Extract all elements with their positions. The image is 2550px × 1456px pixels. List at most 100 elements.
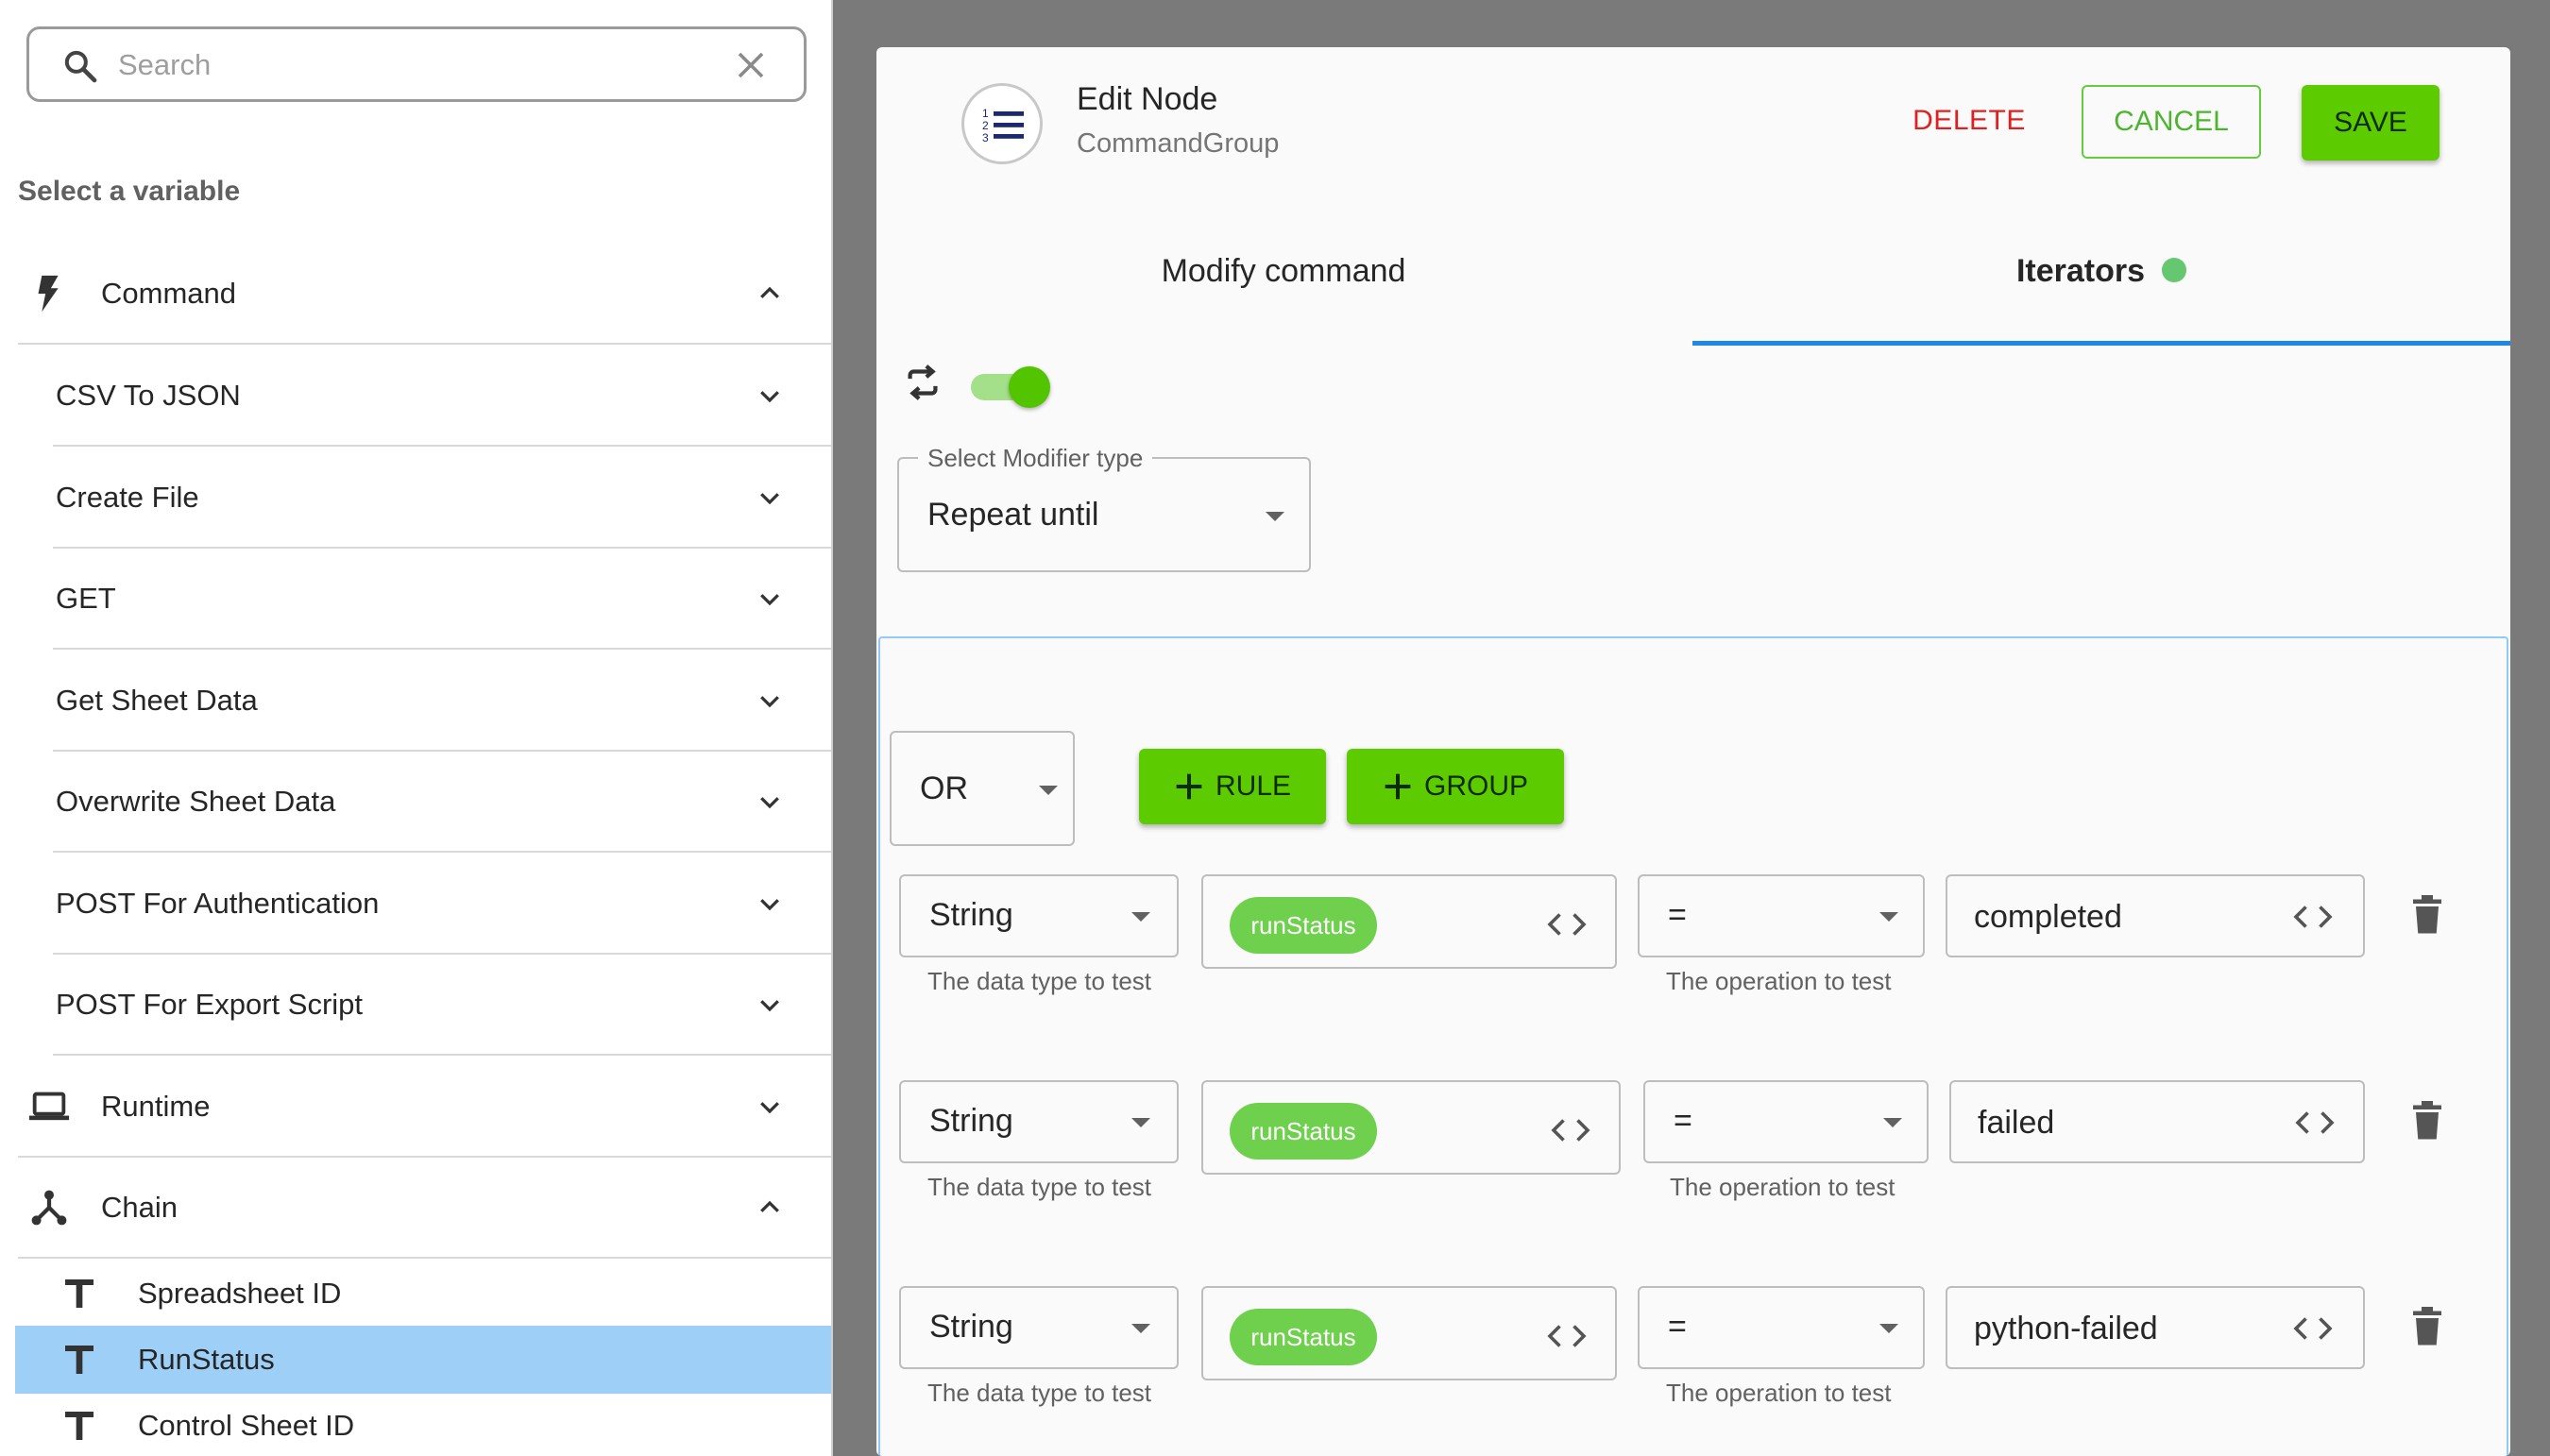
add-group-button[interactable]: GROUP (1347, 749, 1564, 824)
chevron-down-icon (760, 391, 779, 403)
variable-field[interactable]: runStatus (1201, 1286, 1617, 1380)
variable-field[interactable]: runStatus (1201, 1080, 1621, 1175)
caret-down-icon (1879, 1324, 1898, 1333)
value-field[interactable] (1949, 1080, 2365, 1163)
code-icon[interactable] (2291, 903, 2335, 931)
operator-select[interactable]: = (1638, 1286, 1925, 1369)
chain-variable[interactable]: Control Sheet ID (15, 1392, 831, 1456)
chain-variable[interactable]: Spreadsheet ID (15, 1260, 831, 1328)
repeat-icon (908, 364, 938, 400)
node-avatar: 1 2 3 (961, 83, 1043, 164)
variable-chip[interactable]: runStatus (1230, 897, 1377, 954)
command-item[interactable]: Overwrite Sheet Data (53, 752, 831, 853)
add-group-label: GROUP (1423, 770, 1528, 802)
operator-helper: The operation to test (1666, 967, 1892, 995)
variable-chip[interactable]: runStatus (1230, 1309, 1377, 1365)
laptop-icon (28, 1092, 70, 1120)
caret-down-icon (1131, 1118, 1150, 1127)
trash-icon[interactable] (2410, 1101, 2444, 1141)
code-icon[interactable] (1549, 1116, 1592, 1144)
value-input[interactable] (1974, 1303, 2257, 1354)
command-item-label: GET (56, 581, 116, 615)
modifier-type-value: Repeat until (927, 497, 1099, 533)
caret-down-icon (1131, 1324, 1150, 1333)
command-item[interactable]: POST For Authentication (53, 854, 831, 955)
dialog-title: Edit Node (1077, 81, 1218, 117)
variable-panel: Select a variable Command CSV To JSON Cr… (0, 0, 833, 1456)
chevron-up-icon (760, 286, 779, 298)
command-item[interactable]: CSV To JSON (53, 346, 831, 447)
tab-modify-command[interactable]: Modify command (876, 247, 1691, 323)
caret-down-icon (1131, 912, 1150, 922)
category-label: Chain (101, 1190, 178, 1224)
data-type-helper: The data type to test (927, 967, 1152, 995)
query-rule: String The data type to test runStatus =… (876, 874, 2510, 1016)
cancel-button[interactable]: CANCEL (2082, 85, 2261, 159)
toggle-knob (1009, 366, 1050, 408)
chain-icon (31, 1190, 67, 1225)
trash-icon[interactable] (2410, 1307, 2444, 1346)
chain-variable-label: Spreadsheet ID (138, 1277, 342, 1310)
data-type-select[interactable]: String (899, 874, 1179, 957)
search-icon (64, 50, 97, 83)
value-field[interactable] (1946, 874, 2365, 957)
add-rule-button[interactable]: RULE (1139, 749, 1326, 824)
data-type-helper: The data type to test (927, 1379, 1152, 1407)
query-rule: String The data type to test runStatus =… (876, 1286, 2510, 1428)
lightning-icon (38, 275, 59, 312)
plus-icon (1385, 773, 1411, 800)
chevron-down-icon (760, 493, 779, 505)
category-runtime[interactable]: Runtime (18, 1057, 831, 1158)
command-item[interactable]: Get Sheet Data (53, 651, 831, 752)
variable-field[interactable]: runStatus (1201, 874, 1617, 969)
combinator-value: OR (920, 770, 968, 806)
code-icon[interactable] (2291, 1314, 2335, 1343)
command-item[interactable]: Create File (53, 448, 831, 549)
command-item[interactable]: POST For Export Script (53, 955, 831, 1056)
save-button[interactable]: SAVE (2302, 85, 2440, 161)
close-icon[interactable] (734, 48, 768, 82)
code-icon[interactable] (1545, 910, 1589, 939)
category-label: Command (101, 276, 236, 310)
code-icon[interactable] (1545, 1322, 1589, 1350)
operator-select[interactable]: = (1638, 874, 1925, 957)
value-input[interactable] (1974, 891, 2257, 942)
delete-button[interactable]: DELETE (1906, 85, 2032, 157)
iterator-toggle[interactable] (971, 366, 1050, 408)
query-rule: String The data type to test runStatus =… (876, 1080, 2510, 1222)
data-type-value: String (929, 1103, 1013, 1139)
text-type-icon (65, 1412, 94, 1440)
chain-variable-selected[interactable]: RunStatus (15, 1326, 831, 1394)
edit-node-dialog: 1 2 3 Edit Node CommandGroup DELETE CANC… (876, 47, 2510, 1456)
chevron-down-icon (760, 594, 779, 606)
search-input[interactable] (118, 39, 732, 92)
svg-text:1: 1 (982, 107, 989, 120)
operator-value: = (1668, 1309, 1687, 1345)
operator-select[interactable]: = (1643, 1080, 1929, 1163)
combinator-select[interactable]: OR (890, 731, 1075, 846)
tab-iterators[interactable]: Iterators (1692, 247, 2510, 323)
chevron-up-icon (760, 1200, 779, 1212)
command-item-label: Get Sheet Data (56, 683, 258, 717)
operator-value: = (1668, 897, 1687, 933)
status-dot (2162, 258, 2187, 283)
value-input[interactable] (1978, 1097, 2261, 1148)
operator-helper: The operation to test (1670, 1173, 1896, 1201)
category-command[interactable]: Command (18, 244, 831, 345)
data-type-value: String (929, 897, 1013, 933)
code-icon[interactable] (2293, 1109, 2337, 1137)
svg-text:3: 3 (982, 131, 989, 144)
text-type-icon (65, 1279, 94, 1308)
chevron-down-icon (760, 1102, 779, 1114)
command-item[interactable]: GET (53, 549, 831, 650)
value-field[interactable] (1946, 1286, 2365, 1369)
operator-helper: The operation to test (1666, 1379, 1892, 1407)
data-type-select[interactable]: String (899, 1080, 1179, 1163)
caret-down-icon (1879, 912, 1898, 922)
trash-icon[interactable] (2410, 895, 2444, 935)
category-chain[interactable]: Chain (18, 1158, 831, 1259)
variable-chip[interactable]: runStatus (1230, 1103, 1377, 1160)
data-type-select[interactable]: String (899, 1286, 1179, 1369)
plus-icon (1176, 773, 1202, 800)
modifier-type-select[interactable]: Select Modifier type Repeat until (897, 444, 1311, 572)
